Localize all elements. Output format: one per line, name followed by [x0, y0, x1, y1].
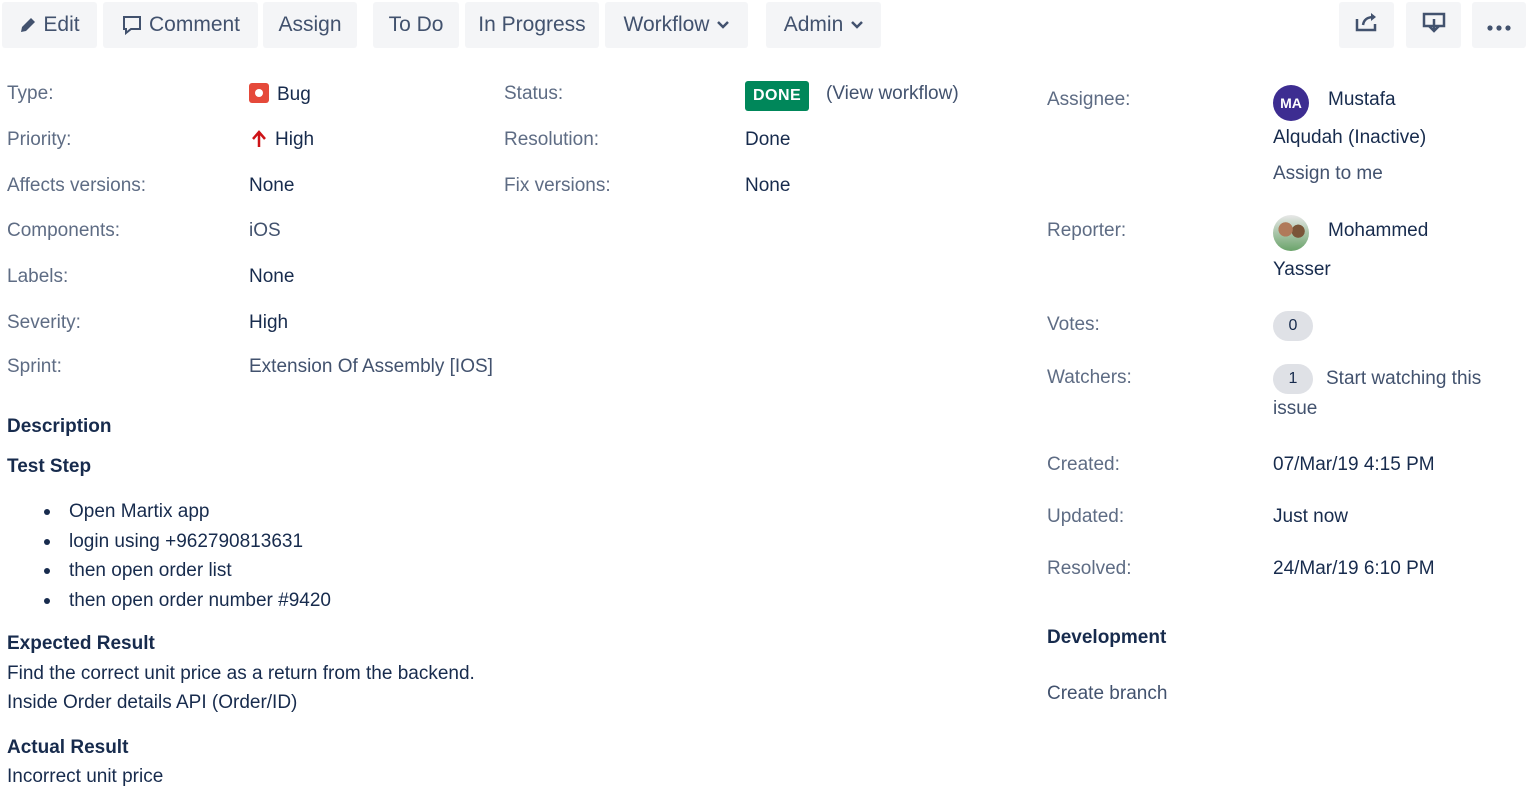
- watchers-label: Watchers:: [1047, 367, 1132, 388]
- actual-result-heading: Actual Result: [7, 737, 129, 758]
- priority-value: High: [251, 129, 314, 154]
- bug-icon: [249, 83, 269, 103]
- expected-result-line: Inside Order details API (Order/ID): [7, 692, 298, 713]
- status-lozenge: DONE: [745, 81, 810, 111]
- list-item: then open order number #9420: [44, 586, 331, 616]
- list-item: login using +962790813631: [44, 527, 331, 557]
- resolution-label: Resolution:: [504, 129, 600, 150]
- arrow-up-icon: [251, 130, 267, 154]
- priority-label: Priority:: [7, 129, 72, 150]
- chevron-down-icon: [851, 21, 864, 29]
- admin-dropdown-label: Admin: [783, 13, 844, 36]
- priority-value-text: High: [275, 129, 315, 150]
- resolution-value: Done: [745, 129, 791, 150]
- expected-result-line: Find the correct unit price as a return …: [7, 663, 475, 684]
- assign-button-label: Assign: [278, 13, 342, 36]
- assignee-name-line2[interactable]: Alqudah (Inactive): [1273, 127, 1426, 149]
- type-label: Type:: [7, 83, 54, 104]
- test-steps-list: Open Martix app login using +96279081363…: [44, 497, 331, 615]
- labels-label: Labels:: [7, 266, 69, 287]
- test-step-heading: Test Step: [7, 456, 92, 477]
- view-workflow-link[interactable]: (View workflow): [826, 83, 959, 105]
- in-progress-button-label: In Progress: [478, 13, 586, 36]
- expected-result-heading: Expected Result: [7, 633, 155, 654]
- reporter-avatar: [1273, 215, 1309, 251]
- comment-button[interactable]: Comment: [103, 2, 258, 48]
- assignee-avatar: MA: [1273, 85, 1309, 121]
- pencil-icon: [19, 16, 37, 34]
- actual-result-line: Incorrect unit price: [7, 766, 164, 787]
- watchers-count-badge[interactable]: 1: [1273, 364, 1313, 394]
- development-heading: Development: [1047, 627, 1167, 648]
- resolved-label: Resolved:: [1047, 558, 1132, 579]
- create-branch-link[interactable]: Create branch: [1047, 683, 1167, 705]
- list-item: Open Martix app: [44, 497, 331, 527]
- assign-button[interactable]: Assign: [263, 2, 357, 48]
- components-value[interactable]: iOS: [249, 220, 281, 242]
- export-icon: [1422, 11, 1446, 39]
- reporter-name-line1[interactable]: Mohammed: [1328, 220, 1428, 242]
- edit-button-label: Edit: [43, 13, 80, 36]
- workflow-dropdown-label: Workflow: [623, 13, 710, 36]
- reporter-label: Reporter:: [1047, 220, 1127, 241]
- updated-value: Just now: [1273, 506, 1348, 527]
- type-value-text: Bug: [277, 84, 311, 105]
- todo-button-label: To Do: [388, 13, 444, 36]
- share-icon: [1354, 11, 1380, 39]
- created-label: Created:: [1047, 454, 1120, 475]
- sprint-value[interactable]: Extension Of Assembly [IOS]: [249, 356, 493, 378]
- comment-button-label: Comment: [148, 13, 241, 36]
- fix-versions-value: None: [745, 175, 791, 196]
- votes-count-badge[interactable]: 0: [1273, 311, 1313, 341]
- todo-button[interactable]: To Do: [373, 2, 459, 48]
- resolved-value: 24/Mar/19 6:10 PM: [1273, 558, 1435, 579]
- fix-versions-label: Fix versions:: [504, 175, 611, 196]
- in-progress-button[interactable]: In Progress: [465, 2, 599, 48]
- start-watching-link[interactable]: Start watching this: [1326, 368, 1481, 390]
- start-watching-link-line2[interactable]: issue: [1273, 398, 1317, 420]
- assignee-name-line1[interactable]: Mustafa: [1328, 89, 1396, 111]
- more-actions-button[interactable]: [1472, 2, 1526, 48]
- severity-label: Severity:: [7, 312, 81, 333]
- votes-label: Votes:: [1047, 314, 1100, 335]
- export-button[interactable]: [1406, 2, 1461, 48]
- status-label: Status:: [504, 83, 564, 104]
- assign-to-me-link[interactable]: Assign to me: [1273, 163, 1383, 185]
- affects-versions-value: None: [249, 175, 295, 196]
- affects-versions-label: Affects versions:: [7, 175, 147, 196]
- components-label: Components:: [7, 220, 121, 241]
- workflow-dropdown[interactable]: Workflow: [605, 2, 748, 48]
- more-icon: [1487, 13, 1511, 37]
- sprint-label: Sprint:: [7, 356, 62, 377]
- list-item: then open order list: [44, 556, 331, 586]
- edit-button[interactable]: Edit: [2, 2, 97, 48]
- description-heading: Description: [7, 416, 112, 437]
- labels-value: None: [249, 266, 295, 287]
- type-value: Bug: [249, 83, 311, 106]
- comment-icon: [121, 14, 143, 36]
- reporter-name-line2[interactable]: Yasser: [1273, 259, 1331, 281]
- admin-dropdown[interactable]: Admin: [766, 2, 881, 48]
- updated-label: Updated:: [1047, 506, 1125, 527]
- assignee-label: Assignee:: [1047, 89, 1131, 110]
- created-value: 07/Mar/19 4:15 PM: [1273, 454, 1435, 475]
- issue-toolbar: Edit Comment Assign To Do In Progress Wo…: [0, 0, 1526, 50]
- share-button[interactable]: [1339, 2, 1394, 48]
- chevron-down-icon: [717, 21, 730, 29]
- severity-value: High: [249, 312, 289, 333]
